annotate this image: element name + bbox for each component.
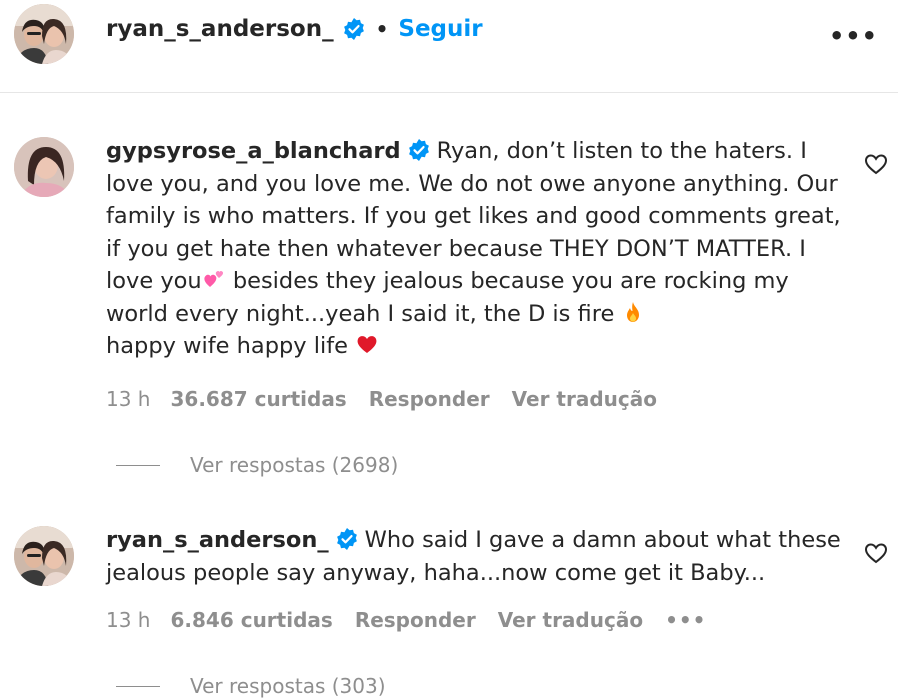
like-heart-icon[interactable] [864, 153, 888, 175]
avatar[interactable] [14, 137, 74, 197]
replies-divider [116, 685, 160, 687]
comment-text: ryan_s_anderson_ Who said I gave a damn a… [106, 524, 846, 589]
verified-badge-icon [342, 17, 366, 41]
verified-badge-icon [407, 138, 431, 162]
comment-username[interactable]: ryan_s_anderson_ [106, 527, 329, 553]
comment-timestamp: 13 h [106, 608, 151, 632]
view-replies-button[interactable]: Ver respostas (2698) [116, 453, 398, 477]
like-heart-icon[interactable] [864, 542, 888, 564]
follow-button[interactable]: Seguir [398, 16, 482, 42]
fire-icon [621, 300, 645, 324]
likes-count[interactable]: 6.846 curtidas [170, 608, 332, 632]
instagram-post-comments: ryan_s_anderson_ • Seguir ••• gypsyrose_… [0, 0, 898, 699]
comment-timestamp: 13 h [106, 387, 151, 411]
two-hearts-icon [202, 267, 226, 291]
avatar[interactable] [14, 526, 74, 586]
couple-photo-icon [14, 526, 74, 586]
reply-button[interactable]: Responder [369, 387, 490, 411]
view-replies-label: Ver respostas (303) [190, 674, 386, 698]
translate-button[interactable]: Ver tradução [512, 387, 657, 411]
separator-dot: • [375, 17, 389, 41]
comment-meta: 13 h 36.687 curtidas Responder Ver tradu… [106, 387, 679, 411]
profile-photo-icon [14, 137, 74, 197]
couple-photo-icon [14, 4, 74, 64]
red-heart-icon [355, 332, 379, 356]
header-username-row: ryan_s_anderson_ • Seguir [106, 16, 483, 42]
comment-body-part: happy wife happy life [106, 333, 356, 359]
more-options-icon[interactable]: ••• [829, 22, 878, 50]
translate-button[interactable]: Ver tradução [498, 608, 643, 632]
avatar[interactable] [14, 4, 74, 64]
view-replies-label: Ver respostas (2698) [190, 453, 399, 477]
reply-button[interactable]: Responder [355, 608, 476, 632]
verified-badge-icon [335, 527, 359, 551]
comment-username[interactable]: gypsyrose_a_blanchard [106, 138, 401, 164]
replies-divider [116, 464, 160, 466]
view-replies-button[interactable]: Ver respostas (303) [116, 674, 386, 698]
post-header: ryan_s_anderson_ • Seguir ••• [0, 0, 898, 93]
comment-text: gypsyrose_a_blanchard Ryan, don’t listen … [106, 135, 846, 363]
comment-meta: 13 h 6.846 curtidas Responder Ver traduç… [106, 608, 728, 632]
comment-options-icon[interactable]: ••• [665, 608, 706, 632]
likes-count[interactable]: 36.687 curtidas [170, 387, 346, 411]
header-username[interactable]: ryan_s_anderson_ [106, 16, 334, 42]
